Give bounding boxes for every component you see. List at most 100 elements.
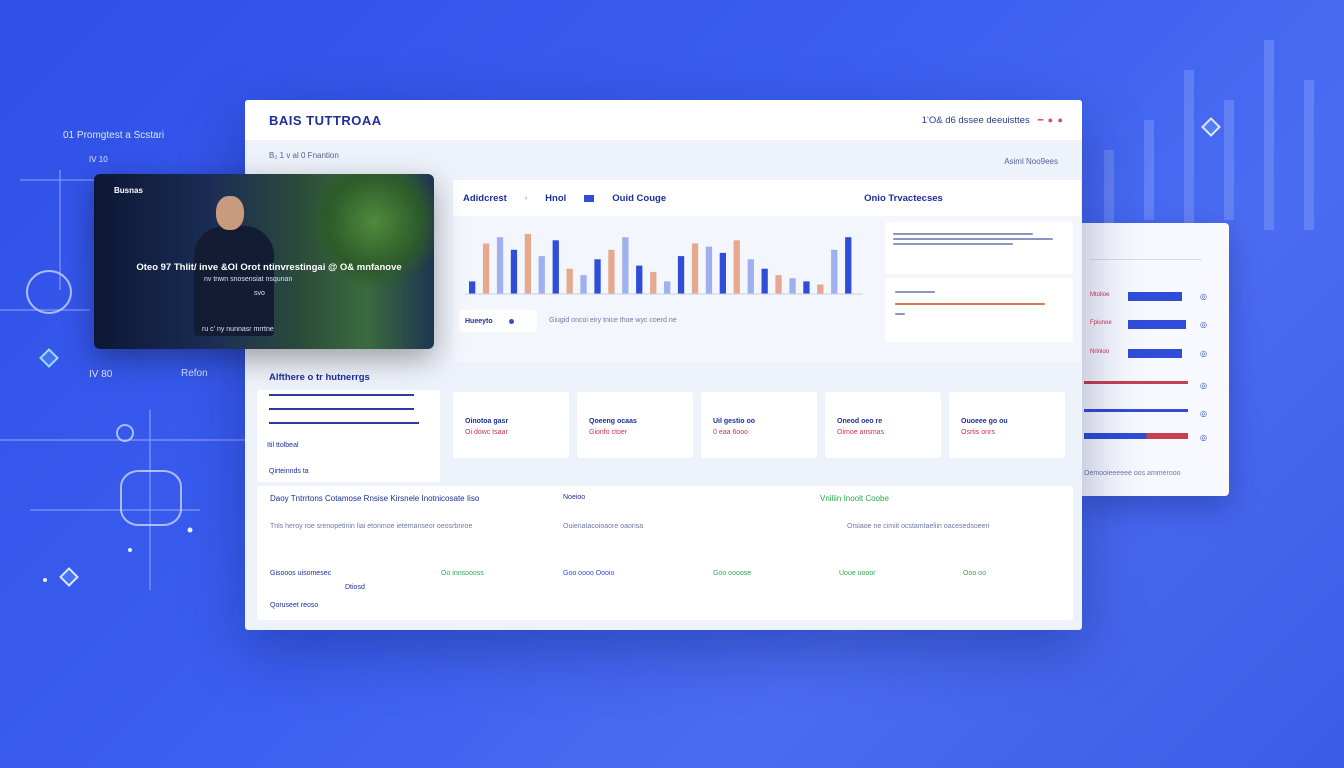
metric-card[interactable]: Oinotoa gasr Oi dowc tsaar <box>453 392 569 458</box>
analytics-tabs: Adidcrest › Hnol Ouid Couge Onio Trvacte… <box>453 180 1081 216</box>
chart-bar[interactable] <box>817 284 824 295</box>
ring-icon <box>26 270 72 314</box>
legend-chip[interactable]: Hueeyto <box>459 310 537 332</box>
chart-bar[interactable] <box>803 281 810 294</box>
chart-bar[interactable] <box>510 249 518 294</box>
details-desc: Ouienatacoioaore oaonsa <box>563 523 644 530</box>
details-label: Gisooos uisomesec <box>270 570 332 577</box>
video-card[interactable]: Busnas Oteo 97 Thlit/ inve &Ol Orot ntin… <box>94 174 434 349</box>
info-icon[interactable]: ◎ <box>1200 320 1207 329</box>
transactions-detail-card <box>885 278 1073 342</box>
metric-title: Qoeeng ocaas <box>589 418 637 425</box>
legend-label: Hueeyto <box>465 317 493 325</box>
metric-status: Osrtis onrs <box>961 429 995 436</box>
analytics-panel: Adidcrest › Hnol Ouid Couge Onio Trvacte… <box>453 180 1081 362</box>
chart-bar[interactable] <box>566 268 573 294</box>
metric-card[interactable]: Qoeeng ocaas Gionfo ctoer <box>577 392 693 458</box>
metric-card[interactable]: Oneod oeo re Oimoe ansmas <box>825 392 941 458</box>
tree-image <box>314 174 434 294</box>
divider <box>269 422 419 424</box>
info-icon[interactable]: ◎ <box>1200 381 1207 390</box>
metric-card[interactable]: Uil gestio oo 0 eaa 6ooo <box>701 392 817 458</box>
details-desc: Tnls heroy roe srenopetinin liai etonmoe… <box>270 523 473 530</box>
chart-bar[interactable] <box>580 275 587 294</box>
more-icon[interactable]: ━ ● ● <box>1038 115 1064 126</box>
chart-bar[interactable] <box>664 281 671 294</box>
stat-label: Mtolloe <box>1090 292 1110 298</box>
text-row <box>893 238 1053 240</box>
details-desc: Orsiaoe ne cimiit ocstamtaeliin oaceseds… <box>847 523 990 530</box>
chart-bar[interactable] <box>469 281 476 294</box>
details-mid-title: Noeioo <box>563 494 586 501</box>
chart-bar[interactable] <box>845 237 852 294</box>
filter-link[interactable]: Qirteinnds ta <box>269 468 309 475</box>
status-badge: Oo innsoooss <box>441 570 484 577</box>
background-label: Refon <box>181 368 208 379</box>
video-subtitle: nv tnwn snosensiat nsqunan <box>204 276 293 283</box>
status-badge: Goo oooose <box>713 570 752 577</box>
tab-hnol[interactable]: Hnol <box>545 193 566 204</box>
breadcrumb[interactable]: B₂ 1 v al 0 Fnantion <box>269 151 339 160</box>
text-row <box>895 303 1045 305</box>
video-caption: Oteo 97 Thlit/ inve &Ol Orot ntinvrestin… <box>136 262 402 273</box>
details-label: Qoruseet reoso <box>270 602 319 609</box>
chart-bar[interactable] <box>761 268 768 294</box>
tab-adidcrest[interactable]: Adidcrest <box>463 193 507 204</box>
details-right-title: Vniliin Inoolt Coobe <box>820 494 889 503</box>
chart-bar[interactable] <box>789 278 796 294</box>
legend-note: Giugid oncoi eiry tnice thoe wyc coerd n… <box>549 317 677 324</box>
metric-title: Oneod oeo re <box>837 418 883 425</box>
metric-card[interactable]: Ouoeee go ou Osrtis onrs <box>949 392 1065 458</box>
background-label: IV 10 <box>89 155 108 164</box>
chart-bar[interactable] <box>538 256 545 294</box>
chart-icon <box>584 194 595 202</box>
chart-bar[interactable] <box>482 243 490 295</box>
metric-title: Uil gestio oo <box>713 418 755 425</box>
details-panel: Daoy Tntrrtons Cotamose Rnsise Kirsnele … <box>257 486 1073 620</box>
stat-bar <box>1128 349 1182 358</box>
chart-bar[interactable] <box>524 234 531 294</box>
details-label: Dtiosd <box>345 584 365 591</box>
header-right: 1'O& d6 dssee deeuisttes ━ ● ● <box>922 115 1064 126</box>
chart-bar[interactable] <box>677 256 685 294</box>
metric-status: Oi dowc tsaar <box>465 429 508 436</box>
chart-bar[interactable] <box>622 237 629 294</box>
divider <box>269 408 414 410</box>
stat-bar <box>1128 292 1182 301</box>
info-icon[interactable]: ◎ <box>1200 409 1207 418</box>
tab-ouid-couge[interactable]: Ouid Couge <box>612 193 666 204</box>
text-row <box>893 243 1013 245</box>
subbar-status: Asiml Noo9ees <box>1004 156 1058 166</box>
transactions-card <box>885 222 1073 274</box>
chart-bar[interactable] <box>705 246 713 294</box>
info-icon[interactable]: ◎ <box>1200 349 1207 358</box>
video-subtitle: svo <box>254 290 265 297</box>
stat-bar <box>1128 320 1186 329</box>
floating-stats-panel: Mtolloe ◎ Fpiunoe ◎ Nrlnioo ◎ ◎ ◎ ◎ Oemo… <box>1082 223 1229 496</box>
chart-bar[interactable] <box>552 240 559 294</box>
ring-icon <box>116 424 134 442</box>
chart-bar[interactable] <box>608 249 615 294</box>
status-badge: Goo oooo Oooio <box>563 570 615 577</box>
chart-bar[interactable] <box>594 259 601 294</box>
chart-bar[interactable] <box>775 275 782 294</box>
chart-bar[interactable] <box>719 252 726 294</box>
chart-bar[interactable] <box>496 237 504 294</box>
chart-bar[interactable] <box>636 265 643 294</box>
chevron-right-icon[interactable]: › <box>525 195 527 202</box>
header-status[interactable]: 1'O& d6 dssee deeuisttes <box>922 115 1030 126</box>
chart-bar[interactable] <box>691 243 699 295</box>
divider <box>1090 259 1202 260</box>
details-title: Daoy Tntrrtons Cotamose Rnsise Kirsnele … <box>270 494 480 503</box>
panel-footer: Oemooieeeeee oos ammerooo <box>1084 470 1181 477</box>
chart-bar[interactable] <box>747 259 754 294</box>
info-icon[interactable]: ◎ <box>1200 433 1207 442</box>
metric-title: Oinotoa gasr <box>465 418 509 425</box>
filter-label: Itil ttolbeal <box>267 442 299 449</box>
chart-bar[interactable] <box>831 249 838 294</box>
chart-bar[interactable] <box>650 271 657 294</box>
video-subtitle: ru c' ny nunnasr mrrtne <box>202 326 274 333</box>
transactions-title: Onio Trvactecses <box>864 192 943 204</box>
info-icon[interactable]: ◎ <box>1200 292 1207 301</box>
chart-bar[interactable] <box>733 240 740 294</box>
